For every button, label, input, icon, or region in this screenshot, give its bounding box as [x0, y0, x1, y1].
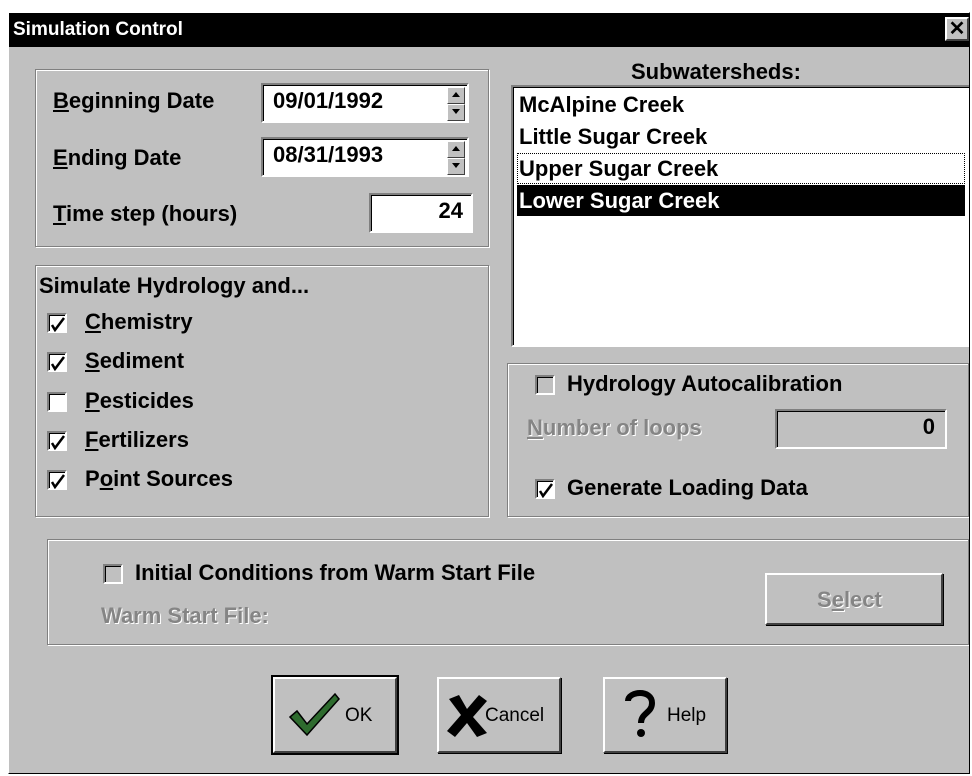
hydrology-autocalibration-label[interactable]: Hydrology Autocalibration	[567, 371, 842, 397]
checkmark-icon	[50, 356, 65, 371]
cancel-button-label: Cancel	[485, 705, 545, 726]
help-button-label: Help	[667, 705, 707, 726]
ending-date-value: 08/31/1993	[273, 142, 384, 167]
time-step-field[interactable]: 24	[369, 193, 473, 233]
window-title: Simulation Control	[13, 19, 183, 40]
checkmark-icon	[50, 435, 65, 450]
number-of-loops-label: Number of loops	[527, 415, 702, 440]
question-icon	[625, 690, 656, 737]
subwatersheds-listbox[interactable]: McAlpine Creek Little Sugar Creek Upper …	[511, 85, 969, 347]
beginning-date-value: 09/01/1992	[273, 88, 384, 113]
cancel-button[interactable]: Cancel	[437, 677, 561, 753]
point-sources-checkbox[interactable]	[47, 470, 67, 490]
generate-loading-data-checkbox[interactable]	[535, 479, 555, 499]
beginning-date-label: Beginning Date	[53, 88, 215, 113]
pesticides-label[interactable]: Pesticides	[85, 388, 194, 414]
list-item[interactable]: Little Sugar Creek	[517, 121, 965, 152]
ok-button-label: OK	[345, 705, 373, 726]
title-bar: Simulation Control ✕	[9, 13, 969, 47]
select-button[interactable]: Select	[765, 573, 943, 625]
warm-start-label[interactable]: Initial Conditions from Warm Start File	[135, 560, 535, 586]
pesticides-checkbox[interactable]	[47, 392, 67, 412]
chemistry-label[interactable]: Chemistry	[85, 309, 193, 335]
beginning-date-spinner[interactable]	[447, 87, 465, 121]
time-step-value: 24	[438, 198, 463, 223]
spin-up-button[interactable]	[447, 87, 465, 104]
sediment-checkbox[interactable]	[47, 352, 67, 372]
ending-date-field[interactable]: 08/31/1993	[261, 137, 469, 177]
close-button[interactable]: ✕	[945, 17, 969, 41]
spin-down-button[interactable]	[447, 104, 465, 121]
close-icon: ✕	[948, 18, 966, 40]
simulate-group-title: Simulate Hydrology and...	[39, 273, 310, 298]
checkmark-icon	[538, 483, 553, 498]
select-button-label: Select	[817, 587, 882, 612]
arrow-up-icon	[452, 92, 460, 97]
spin-down-button[interactable]	[447, 158, 465, 175]
check-icon	[288, 692, 340, 737]
beginning-date-field[interactable]: 09/01/1992	[261, 83, 469, 123]
number-of-loops-field[interactable]: 0	[775, 409, 947, 449]
spin-up-button[interactable]	[447, 141, 465, 158]
warm-start-checkbox[interactable]	[103, 564, 123, 584]
fertilizers-checkbox[interactable]	[47, 431, 67, 451]
ending-date-label: Ending Date	[53, 145, 182, 170]
help-button[interactable]: Help	[603, 677, 727, 753]
ok-button[interactable]: OK	[271, 675, 399, 755]
arrow-up-icon	[452, 146, 460, 151]
number-of-loops-value: 0	[922, 414, 935, 439]
arrow-down-icon	[452, 163, 460, 168]
chemistry-checkbox[interactable]	[47, 313, 67, 333]
fertilizers-label[interactable]: Fertilizers	[85, 427, 189, 453]
sediment-label[interactable]: Sediment	[85, 348, 184, 374]
warm-start-file-label: Warm Start File:	[101, 603, 269, 628]
simulation-control-dialog: Simulation Control ✕ Beginning Date 09/0…	[8, 12, 970, 774]
hydrology-autocalibration-checkbox[interactable]	[535, 375, 555, 395]
subwatersheds-title: Subwatersheds:	[631, 59, 801, 84]
checkmark-icon	[50, 317, 65, 332]
generate-loading-data-label[interactable]: Generate Loading Data	[567, 475, 808, 501]
list-item[interactable]: Upper Sugar Creek	[517, 153, 965, 184]
x-icon	[447, 695, 487, 737]
point-sources-label[interactable]: Point Sources	[85, 466, 233, 492]
arrow-down-icon	[452, 109, 460, 114]
list-item-selected[interactable]: Lower Sugar Creek	[517, 185, 965, 216]
time-step-label: Time step (hours)	[53, 201, 238, 226]
list-item[interactable]: McAlpine Creek	[517, 89, 965, 120]
ending-date-spinner[interactable]	[447, 141, 465, 175]
checkmark-icon	[50, 474, 65, 489]
